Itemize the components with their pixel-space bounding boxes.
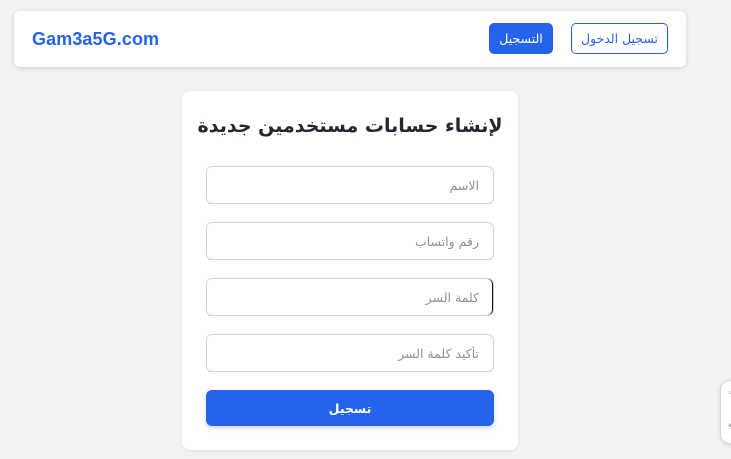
brand-logo[interactable]: Gam3a5G.com bbox=[32, 11, 159, 67]
confirm-password-input[interactable] bbox=[206, 334, 494, 372]
submit-register-button[interactable]: تسجيل bbox=[206, 390, 494, 426]
nav-login-button[interactable]: تسجيل الدخول bbox=[571, 23, 668, 54]
floating-side-widget[interactable]: ◦ ‹ bbox=[720, 380, 731, 444]
name-input[interactable] bbox=[206, 166, 494, 204]
registration-card: لإنشاء حسابات مستخدمين جديدة تسجيل bbox=[182, 91, 518, 450]
whatsapp-number-input[interactable] bbox=[206, 222, 494, 260]
form-title: لإنشاء حسابات مستخدمين جديدة bbox=[197, 115, 503, 137]
top-navbar: Gam3a5G.com التسجيل تسجيل الدخول bbox=[14, 11, 686, 67]
password-input[interactable] bbox=[206, 278, 494, 316]
nav-register-button[interactable]: التسجيل bbox=[489, 23, 553, 54]
